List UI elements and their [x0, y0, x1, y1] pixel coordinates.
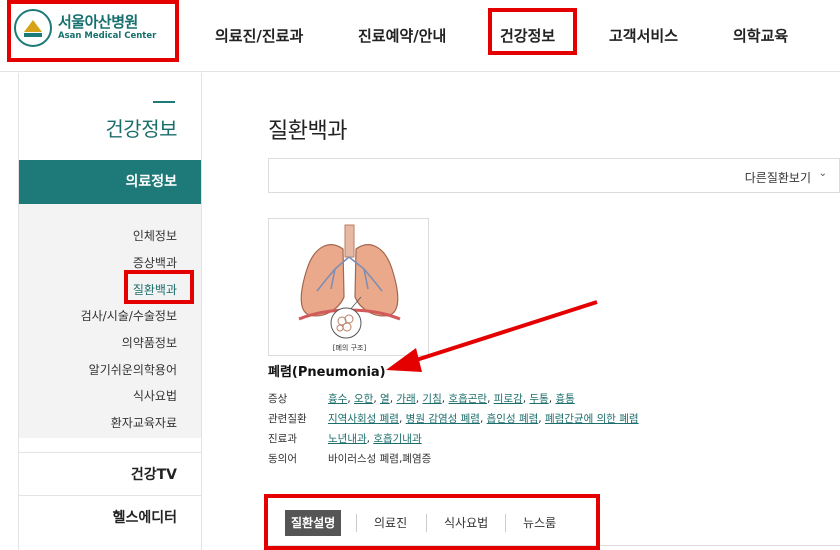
content-tabs: 질환설명 의료진 식사요법 뉴스룸 [268, 498, 840, 546]
sidebar-sub-drugs[interactable]: 의약품정보 [122, 334, 177, 351]
chevron-down-icon: ⌄ [818, 168, 827, 179]
disease-image[interactable]: [폐의 구조] [268, 218, 429, 356]
sidebar-title: 건강정보 [105, 117, 177, 141]
symptom-link[interactable]: 기침 [422, 393, 441, 405]
tab-description[interactable]: 질환설명 [285, 510, 342, 536]
symptom-link[interactable]: 오한 [354, 393, 373, 405]
department-link[interactable]: 노년내과 [328, 433, 367, 445]
related-link[interactable]: 병원 감염성 폐렴 [406, 413, 480, 425]
related-link[interactable]: 지역사회성 폐렴 [328, 413, 399, 425]
sidebar-submenu: 인체정보 증상백과 질환백과 검사/시술/수술정보 의약품정보 알기쉬운의학용어… [19, 204, 201, 438]
sidebar: 건강정보 의료정보 인체정보 증상백과 질환백과 검사/시술/수술정보 의약품정… [18, 73, 202, 550]
gnb-item-reservation[interactable]: 진료예약/안내 [358, 25, 446, 46]
sidebar-sub-body[interactable]: 인체정보 [133, 227, 177, 244]
header: 서울아산병원 Asan Medical Center 의료진/진료과 진료예약/… [0, 0, 840, 72]
sidebar-sub-tests[interactable]: 검사/시술/수술정보 [81, 307, 177, 324]
image-caption: [폐의 구조] [332, 344, 367, 352]
sidebar-item-medical-info[interactable]: 의료정보 [19, 160, 201, 204]
sidebar-sub-diseases[interactable]: 질환백과 [133, 281, 177, 298]
logo[interactable]: 서울아산병원 Asan Medical Center [14, 9, 156, 47]
other-disease-select[interactable]: 다른질환보기 ⌄ [268, 158, 840, 193]
tab-doctors[interactable]: 의료진 [374, 510, 407, 536]
info-links: 지역사회성 폐렴, 병원 감염성 폐렴, 흡인성 폐렴, 폐렴간균에 의한 폐렴 [328, 413, 639, 425]
logo-emblem-icon [14, 9, 52, 47]
info-key: 동의어 [268, 453, 297, 465]
info-links: 흉수, 오한, 열, 가래, 기침, 호흡곤란, 피로감, 두통, 흉통 [328, 393, 575, 405]
symptom-link[interactable]: 가래 [396, 393, 415, 405]
gnb-item-education[interactable]: 의학교육 [733, 25, 788, 46]
symptom-link[interactable]: 열 [380, 393, 390, 405]
tab-diet[interactable]: 식사요법 [444, 510, 488, 536]
page-title: 질환백과 [268, 119, 347, 144]
sidebar-sub-symptoms[interactable]: 증상백과 [133, 254, 177, 271]
department-link[interactable]: 호흡기내과 [373, 433, 421, 445]
logo-text: 서울아산병원 [58, 13, 138, 31]
info-links: 노년내과, 호흡기내과 [328, 433, 422, 445]
info-synonym-text: 바이러스성 폐렴,폐염증 [328, 453, 432, 465]
tab-newsroom[interactable]: 뉴스룸 [523, 510, 556, 536]
info-key: 증상 [268, 393, 288, 405]
sidebar-item-health-editor[interactable]: 헬스에디터 [19, 495, 201, 539]
symptom-link[interactable]: 두통 [529, 393, 548, 405]
gnb-item-doctors[interactable]: 의료진/진료과 [215, 25, 303, 46]
info-key: 관련질환 [268, 413, 307, 425]
sidebar-sub-education[interactable]: 환자교육자료 [111, 414, 177, 431]
symptom-link[interactable]: 피로감 [494, 393, 523, 405]
tab-divider [356, 514, 357, 532]
symptom-link[interactable]: 흉수 [328, 393, 347, 405]
related-link[interactable]: 흡인성 폐렴 [487, 413, 539, 425]
gnb-item-customer[interactable]: 고객서비스 [609, 25, 678, 46]
logo-subtext: Asan Medical Center [58, 31, 157, 41]
sidebar-sub-terms[interactable]: 알기쉬운의학용어 [89, 361, 177, 378]
related-link[interactable]: 폐렴간균에 의한 폐렴 [545, 413, 639, 425]
disease-name: 폐렴(Pneumonia) [268, 365, 386, 380]
lungs-illustration-icon [298, 224, 401, 339]
sidebar-sub-diet[interactable]: 식사요법 [133, 387, 177, 404]
tab-divider [505, 514, 506, 532]
symptom-link[interactable]: 호흡곤란 [448, 393, 487, 405]
symptom-link[interactable]: 흉통 [555, 393, 574, 405]
info-key: 진료과 [268, 433, 297, 445]
sidebar-item-health-tv[interactable]: 건강TV [19, 452, 201, 496]
other-disease-select-label: 다른질환보기 [744, 171, 811, 185]
tab-divider [426, 514, 427, 532]
sidebar-deco-line [153, 101, 175, 103]
gnb-item-health-info[interactable]: 건강정보 [500, 25, 555, 46]
